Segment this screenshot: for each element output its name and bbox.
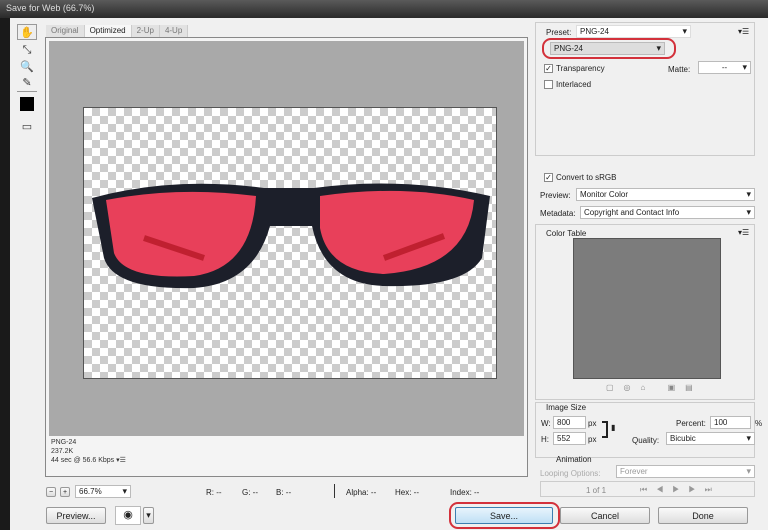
interlaced-checkbox[interactable]: Interlaced [544,80,591,90]
color-table-actions[interactable]: ▢◎⌂ ▣▤ [606,383,703,392]
divider [17,91,37,92]
color-table-menu-icon[interactable]: ▾☰ [738,228,749,237]
height-label: H: [541,435,549,444]
preview-pane: PNG-24 237.2K 44 sec @ 56.6 Kbps ▾☰ [45,37,528,477]
red-readout: R: -- [206,488,222,497]
info-download-time: 44 sec @ 56.6 Kbps [51,457,115,464]
zoom-tool-icon[interactable]: 🔍 [17,58,37,74]
zoom-out-button[interactable]: − [46,487,56,497]
image-preview [83,107,497,379]
looping-select[interactable]: Forever [616,465,755,478]
cancel-button[interactable]: Cancel [560,507,650,524]
sunglasses-image [92,183,490,289]
image-size-label: Image Size [546,403,587,412]
height-input[interactable]: 552 [553,432,586,445]
width-input[interactable]: 800 [553,416,586,429]
hex-readout: Hex: -- [395,488,419,497]
slice-select-tool-icon[interactable]: ⤡ [17,42,37,58]
height-unit: px [588,435,597,444]
tab-optimized[interactable]: Optimized [84,25,132,37]
toggle-slices-icon[interactable]: ▭ [17,118,37,134]
link-proportions-icon[interactable]: ▮ [611,423,615,432]
frame-counter: 1 of 1 [586,486,607,495]
metadata-label: Metadata: [540,209,576,218]
hand-tool-icon[interactable]: ✋ [17,24,37,40]
info-size: 237.2K [51,448,74,455]
preview-canvas[interactable] [49,41,524,436]
animation-label: Animation [556,455,592,464]
preview-button[interactable]: Preview... [46,507,106,524]
info-menu-icon[interactable]: ▾☰ [116,457,126,464]
eyedropper-color-swatch[interactable] [17,96,37,112]
color-table [573,238,721,379]
browser-icon[interactable]: ◉ [115,506,141,525]
browser-dropdown-button[interactable]: ▾ [143,507,154,524]
divider [334,484,335,498]
color-table-label: Color Table [546,229,587,238]
tab-4up[interactable]: 4-Up [159,25,189,37]
transparency-checkbox[interactable]: ✓ Transparency [544,64,605,74]
done-button[interactable]: Done [658,507,748,524]
zoom-in-button[interactable]: + [60,487,70,497]
preset-select[interactable]: PNG-24 [576,25,691,38]
green-readout: G: -- [242,488,258,497]
blue-readout: B: -- [276,488,292,497]
percent-label: Percent: [676,419,706,428]
quality-select[interactable]: Bicubic [666,432,755,445]
zoom-level-select[interactable]: 66.7% [75,485,131,498]
looping-label: Looping Options: [540,469,601,478]
quality-label: Quality: [632,436,660,445]
preset-label: Preset: [546,28,572,37]
preview-label: Preview: [540,191,571,200]
info-format: PNG-24 [51,439,77,446]
matte-label: Matte: [668,65,691,74]
percent-input[interactable]: 100 [710,416,751,429]
save-button[interactable]: Save... [455,507,553,524]
matte-select[interactable]: -- [698,61,751,74]
animation-playback-buttons[interactable]: ⏮◀▶▶⏭ [640,485,721,495]
tab-original[interactable]: Original [46,25,85,37]
view-tabs: Original Optimized 2-Up 4-Up [46,25,189,37]
constrain-bracket [602,421,608,438]
dialog: ✋ ⤡ 🔍 ✎ ▭ Original Optimized 2-Up 4-Up P… [10,18,768,530]
eyedropper-tool-icon[interactable]: ✎ [17,74,37,90]
width-unit: px [588,419,597,428]
optimize-menu-icon[interactable]: ▾☰ [738,27,749,36]
file-format-select[interactable]: PNG-24 [550,42,665,55]
convert-srgb-checkbox[interactable]: ✓ Convert to sRGB [544,173,616,183]
window-title: Save for Web (66.7%) [0,0,768,18]
preview-color-select[interactable]: Monitor Color [576,188,755,201]
width-label: W: [541,419,551,428]
index-readout: Index: -- [450,488,480,497]
optimization-info: PNG-24 237.2K 44 sec @ 56.6 Kbps ▾☰ [51,438,126,465]
percent-unit: % [755,419,763,428]
tab-2up[interactable]: 2-Up [131,25,160,37]
alpha-readout: Alpha: -- [346,488,377,497]
metadata-select[interactable]: Copyright and Contact Info [580,206,755,219]
